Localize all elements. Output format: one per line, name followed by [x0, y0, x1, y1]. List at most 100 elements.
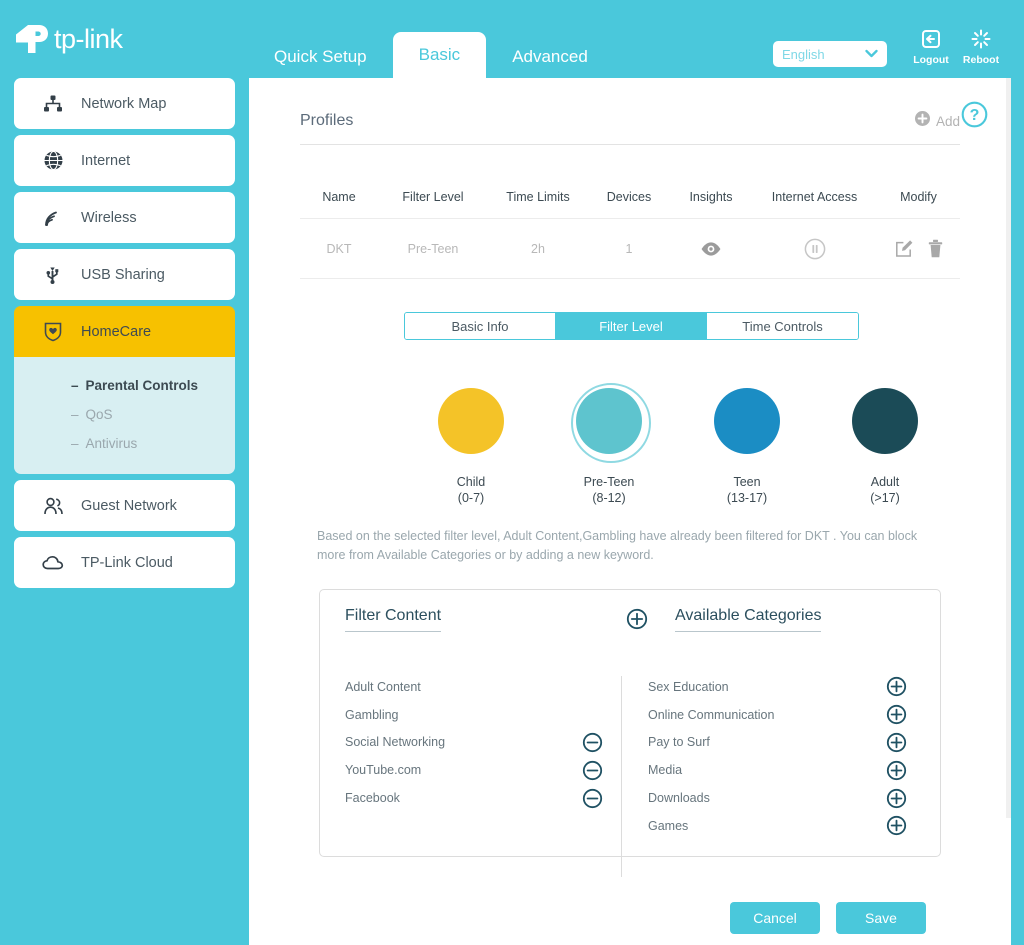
- list-item[interactable]: YouTube.com: [345, 756, 621, 784]
- sidebar-item-network-map[interactable]: Network Map: [14, 78, 235, 129]
- plus-circle-outline-icon[interactable]: [626, 608, 648, 635]
- list-item[interactable]: Media: [648, 756, 917, 784]
- filter-level-age: (0-7): [457, 490, 485, 505]
- save-button[interactable]: Save: [836, 902, 926, 934]
- tab-time-controls[interactable]: Time Controls: [707, 313, 858, 339]
- sidebar-item-label: Wireless: [81, 209, 137, 226]
- sidebar-subitem-parental-controls[interactable]: – Parental Controls: [14, 371, 235, 400]
- nav-tab-quick-setup[interactable]: Quick Setup: [248, 36, 393, 78]
- list-item[interactable]: Social Networking: [345, 729, 621, 757]
- top-bar: tp-link Quick Setup Basic Advanced Engli…: [0, 0, 1024, 78]
- sidebar-item-label: USB Sharing: [81, 266, 165, 283]
- logout-icon: [920, 27, 942, 51]
- help-question-icon[interactable]: ?: [961, 101, 988, 133]
- filter-level-adult[interactable]: Adult (>17): [833, 383, 937, 506]
- edit-icon[interactable]: [895, 239, 914, 258]
- sidebar-item-label: Internet: [81, 152, 131, 169]
- filter-item-label: Gambling: [345, 707, 399, 722]
- sidebar-item-label: Network Map: [81, 95, 167, 112]
- globe-icon: [42, 150, 64, 172]
- tplink-logo: tp-link: [14, 22, 123, 56]
- svg-text:?: ?: [970, 107, 980, 124]
- plus-circle-outline-icon[interactable]: [886, 732, 907, 753]
- list-item[interactable]: Downloads: [648, 784, 917, 812]
- tplink-logo-icon: [14, 22, 50, 56]
- logout-button[interactable]: Logout: [908, 27, 954, 66]
- profiles-header: Profiles Add: [300, 111, 960, 145]
- reboot-label: Reboot: [962, 54, 1000, 66]
- pause-circle-icon[interactable]: [804, 238, 826, 260]
- plus-circle-outline-icon[interactable]: [886, 815, 907, 836]
- add-profile-button[interactable]: Add: [914, 111, 960, 131]
- language-select[interactable]: English: [773, 41, 887, 67]
- list-item[interactable]: Games: [648, 812, 917, 840]
- content-scrollbar[interactable]: [1006, 78, 1011, 818]
- column-header-time-limits: Time Limits: [506, 190, 570, 204]
- filter-description: Based on the selected filter level, Adul…: [317, 529, 918, 563]
- list-item[interactable]: Pay to Surf: [648, 729, 917, 757]
- filter-level-swatch: [433, 383, 509, 459]
- table-row[interactable]: DKT Pre-Teen 2h 1: [300, 218, 960, 279]
- filter-content-panel: Filter Content Available Categories Adul…: [319, 589, 941, 877]
- tab-basic-info[interactable]: Basic Info: [405, 313, 556, 339]
- column-header-filter-level: Filter Level: [402, 190, 464, 204]
- filter-level-teen[interactable]: Teen (13-17): [695, 383, 799, 506]
- shield-heart-icon: [42, 321, 64, 343]
- child-color-circle: [438, 388, 504, 454]
- trash-icon[interactable]: [928, 239, 943, 258]
- plus-circle-outline-icon[interactable]: [886, 760, 907, 781]
- filter-item-label: Adult Content: [345, 679, 421, 694]
- table-header-row: Name Filter Level Time Limits Devices In…: [300, 176, 960, 218]
- plus-circle-icon: [914, 111, 930, 131]
- list-item[interactable]: Adult Content: [345, 673, 621, 701]
- available-categories-title: Available Categories: [675, 607, 822, 632]
- pre-teen-color-circle: [576, 388, 642, 454]
- list-item[interactable]: Sex Education: [648, 673, 917, 701]
- filter-content-list: Adult Content Gambling Social Networking: [345, 673, 621, 840]
- list-item[interactable]: Facebook: [345, 784, 621, 812]
- filter-level-age: (>17): [870, 490, 900, 505]
- filter-item-label: Social Networking: [345, 735, 446, 750]
- form-actions: Cancel Save: [730, 902, 926, 934]
- available-categories-header: Available Categories: [648, 607, 917, 635]
- minus-circle-outline-icon[interactable]: [582, 760, 603, 781]
- filter-level-child[interactable]: Child (0-7): [419, 383, 523, 506]
- column-header-insights: Insights: [689, 190, 733, 204]
- sidebar-item-guest-network[interactable]: Guest Network: [14, 480, 235, 531]
- sidebar-item-label: Guest Network: [81, 497, 177, 514]
- wireless-signal-icon: [42, 207, 64, 229]
- category-item-label: Media: [648, 763, 683, 778]
- category-item-label: Online Communication: [648, 707, 775, 722]
- sidebar-item-tplink-cloud[interactable]: TP-Link Cloud: [14, 537, 235, 588]
- filter-content-header: Filter Content: [345, 607, 648, 635]
- nav-tab-basic[interactable]: Basic: [392, 32, 487, 78]
- usb-icon: [42, 264, 64, 286]
- sidebar-subitem-antivirus[interactable]: – Antivirus: [14, 429, 235, 458]
- sidebar-item-wireless[interactable]: Wireless: [14, 192, 235, 243]
- list-item[interactable]: Online Communication: [648, 701, 917, 729]
- filter-level-age: (8-12): [592, 490, 626, 505]
- chevron-down-icon: [865, 48, 878, 60]
- category-item-label: Downloads: [648, 791, 710, 806]
- plus-circle-outline-icon[interactable]: [886, 788, 907, 809]
- filter-content-title: Filter Content: [345, 607, 442, 632]
- tab-filter-level[interactable]: Filter Level: [556, 313, 707, 339]
- list-item[interactable]: Gambling: [345, 701, 621, 729]
- filter-level-pre-teen[interactable]: Pre-Teen (8-12): [557, 383, 661, 506]
- sidebar-item-internet[interactable]: Internet: [14, 135, 235, 186]
- sidebar-item-label: HomeCare: [81, 323, 152, 340]
- filter-level-name: Adult: [870, 475, 900, 489]
- reboot-button[interactable]: Reboot: [958, 27, 1004, 66]
- teen-color-circle: [714, 388, 780, 454]
- eye-icon[interactable]: [700, 241, 722, 257]
- plus-circle-outline-icon[interactable]: [886, 676, 907, 697]
- homecare-subnav: – Parental Controls – QoS – Antivirus: [14, 357, 235, 474]
- sidebar-subitem-qos[interactable]: – QoS: [14, 400, 235, 429]
- sidebar-item-homecare[interactable]: HomeCare: [14, 306, 235, 357]
- cancel-button[interactable]: Cancel: [730, 902, 820, 934]
- nav-tab-advanced[interactable]: Advanced: [486, 36, 614, 78]
- minus-circle-outline-icon[interactable]: [582, 788, 603, 809]
- sidebar-item-usb-sharing[interactable]: USB Sharing: [14, 249, 235, 300]
- plus-circle-outline-icon[interactable]: [886, 704, 907, 725]
- minus-circle-outline-icon[interactable]: [582, 732, 603, 753]
